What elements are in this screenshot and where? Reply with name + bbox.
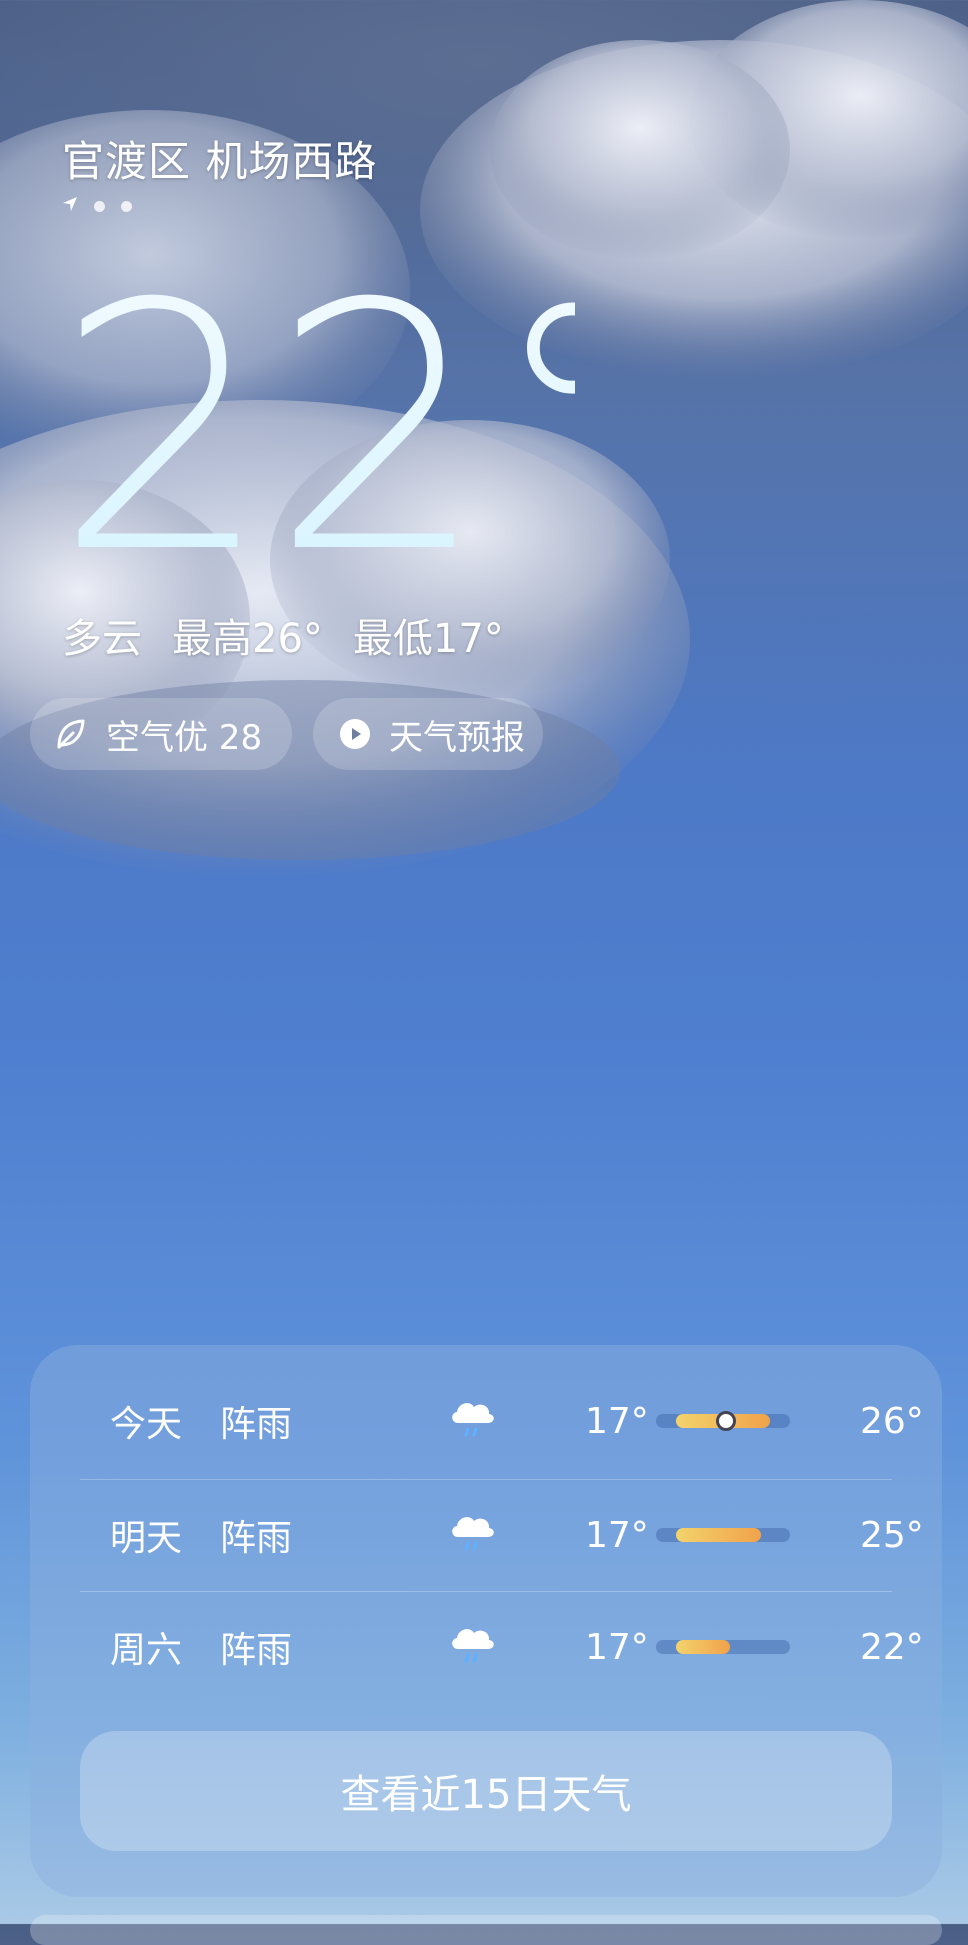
temperature-range-bar: [656, 1411, 790, 1431]
air-quality-chip[interactable]: 空气优 28: [30, 698, 292, 770]
forecast-low: 17°: [585, 1626, 649, 1668]
view-15-day-button[interactable]: 查看近15日天气: [80, 1731, 892, 1851]
shower-icon: [446, 1393, 498, 1445]
shower-icon: [446, 1619, 498, 1671]
play-icon: [335, 714, 375, 754]
forecast-high: 22°: [860, 1626, 924, 1668]
forecast-low: 17°: [585, 1400, 649, 1442]
temperature-range-fill: [676, 1528, 761, 1542]
forecast-condition: 阵雨: [220, 1404, 293, 1445]
forecast-row-today[interactable]: 今天 阵雨 17° 26°: [80, 1365, 924, 1477]
temperature-range-bar: [656, 1640, 790, 1654]
page-indicator: [62, 196, 132, 216]
shower-icon: [446, 1507, 498, 1559]
current-temperature: 22°: [55, 245, 575, 575]
page-dot: [121, 200, 132, 212]
today-high: 最高26°: [172, 616, 323, 662]
forecast-video-label: 天气预报: [389, 717, 525, 758]
temperature-range-fill: [676, 1640, 730, 1654]
location-arrow-icon: [62, 196, 78, 216]
forecast-condition: 阵雨: [220, 1630, 293, 1671]
next-card: [30, 1915, 942, 1945]
page-dot: [94, 200, 105, 212]
forecast-high: 26°: [860, 1400, 924, 1442]
current-temperature-marker: [715, 1411, 736, 1431]
weather-summary: 多云 最高26° 最低17°: [62, 606, 504, 664]
leaf-icon: [50, 714, 90, 754]
forecast-row-saturday[interactable]: 周六 阵雨 17° 22°: [80, 1591, 924, 1703]
forecast-day: 今天: [110, 1404, 183, 1445]
forecast-low: 17°: [585, 1514, 649, 1556]
temperature-range-bar: [656, 1528, 790, 1542]
today-low: 最低17°: [352, 616, 504, 662]
temperature-value: 22°: [55, 245, 575, 575]
forecast-day: 周六: [110, 1630, 183, 1671]
forecast-card: 今天 阵雨 17° 26° 明天 阵雨 17° 25° 周六 阵雨 17° 22…: [30, 1345, 942, 1897]
location-title[interactable]: 官渡区 机场西路: [62, 128, 377, 189]
forecast-video-chip[interactable]: 天气预报: [313, 698, 543, 770]
current-condition: 多云: [62, 616, 142, 662]
forecast-high: 25°: [860, 1514, 924, 1556]
forecast-row-tomorrow[interactable]: 明天 阵雨 17° 25°: [80, 1479, 924, 1591]
forecast-day: 明天: [110, 1518, 183, 1559]
air-quality-label: 空气优 28: [106, 717, 263, 758]
forecast-condition: 阵雨: [220, 1518, 293, 1559]
